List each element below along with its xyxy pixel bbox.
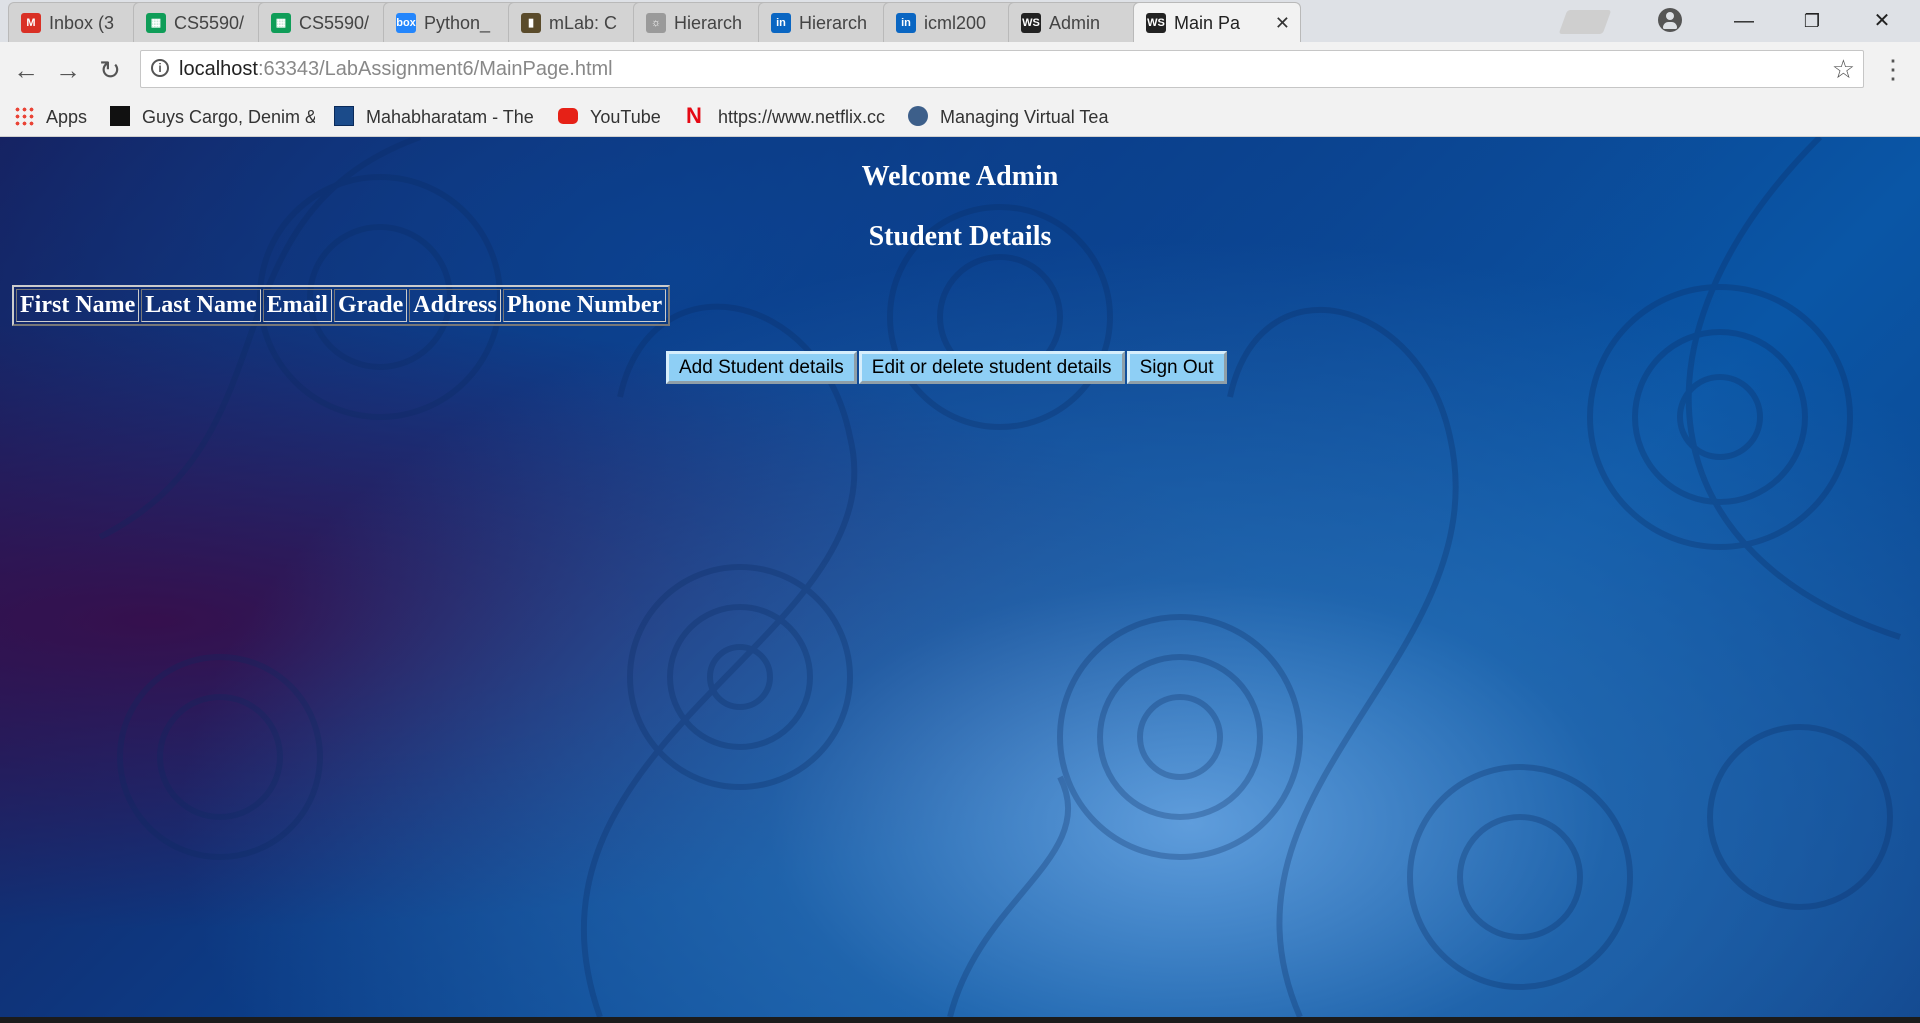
close-window-button[interactable]: ✕ — [1852, 0, 1912, 42]
paisley-background — [98, 137, 1901, 1017]
webstorm-icon: WS — [1021, 13, 1041, 33]
tab-label: Python_ — [424, 13, 491, 33]
edit-delete-student-button[interactable]: Edit or delete student details — [858, 351, 1125, 384]
student-details-heading: Student Details — [868, 221, 1052, 252]
browser-chrome: MInbox (3✕▦CS5590/✕▦CS5590/✕boxPython_✕▮… — [0, 0, 1920, 137]
col-address: Address — [409, 289, 501, 322]
bookmark-apps[interactable]: Apps — [14, 98, 104, 136]
minimize-button[interactable]: — — [1714, 0, 1774, 42]
bookmark-label: YouTube — [590, 107, 661, 127]
browser-menu-icon[interactable]: ⋮ — [1880, 54, 1906, 84]
bookmark-label: https://www.netflix.cc — [718, 107, 886, 127]
webstorm-icon: WS — [1146, 13, 1166, 33]
add-student-button[interactable]: Add Student details — [666, 351, 857, 384]
url-path: :63343/LabAssignment6/MainPage.html — [257, 58, 613, 80]
tab-strip: MInbox (3✕▦CS5590/✕▦CS5590/✕boxPython_✕▮… — [0, 0, 1920, 43]
col-last-name: Last Name — [141, 289, 261, 322]
apps-grid-icon — [14, 106, 34, 127]
linkedin-icon: in — [896, 13, 916, 33]
bookmark-mahabharatam[interactable]: Mahabharatam - The — [334, 98, 539, 136]
lightbulb-icon: ☼ — [646, 13, 666, 33]
box-icon: box — [396, 13, 416, 33]
address-bar[interactable]: i localhost:63343/LabAssignment6/MainPag… — [140, 50, 1864, 88]
tab-label: Hierarch — [799, 13, 868, 33]
reload-icon[interactable]: ↻ — [92, 52, 128, 88]
bookmark-star-icon[interactable]: ☆ — [1832, 51, 1855, 87]
forward-arrow-icon[interactable]: → — [50, 52, 86, 88]
tab-label: CS5590/ — [174, 13, 245, 33]
guys-cargo-icon — [110, 106, 130, 127]
tab-label: Admin — [1049, 13, 1101, 33]
bookmark-label: Managing Virtual Tea — [940, 107, 1109, 127]
tab-label: icml200 — [924, 13, 987, 33]
profile-avatar-icon[interactable] — [1658, 8, 1682, 32]
mahabharatam-icon — [334, 106, 354, 127]
bookmark-netflix[interactable]: Nhttps://www.netflix.cc — [686, 98, 890, 136]
sheets-icon: ▦ — [271, 13, 291, 33]
address-url[interactable]: localhost:63343/LabAssignment6/MainPage.… — [179, 51, 613, 87]
col-email: Email — [262, 289, 332, 322]
bookmark-youtube[interactable]: YouTube — [558, 98, 678, 136]
sheets-icon: ▦ — [146, 13, 166, 33]
restore-button[interactable]: ❐ — [1782, 0, 1842, 42]
students-table: First Name Last Name Email Grade Address… — [12, 285, 671, 326]
bookmark-label: Mahabharatam - The — [366, 107, 534, 127]
gmail-icon: M — [21, 13, 41, 33]
back-arrow-icon[interactable]: ← — [8, 52, 44, 88]
col-grade: Grade — [333, 289, 408, 322]
tab-label: CS5590/ — [299, 13, 370, 33]
mlab-icon: ▮ — [521, 13, 541, 33]
welcome-heading: Welcome Admin — [861, 161, 1059, 192]
browser-toolbar: ← → ↻ i localhost:63343/LabAssignment6/M… — [0, 42, 1920, 98]
tab-label: Main Pa — [1174, 13, 1241, 33]
tab-close-icon[interactable]: ✕ — [1275, 3, 1290, 42]
tab-label: Inbox (3 — [49, 13, 115, 33]
bookmark-managing-virtual[interactable]: Managing Virtual Tea — [908, 98, 1113, 136]
netflix-icon: N — [686, 103, 702, 129]
e-circle-icon — [908, 106, 928, 127]
linkedin-icon: in — [771, 13, 791, 33]
bottom-edge — [0, 1017, 1920, 1023]
sign-out-button[interactable]: Sign Out — [1126, 351, 1227, 384]
youtube-icon — [558, 108, 578, 125]
site-info-icon[interactable]: i — [151, 59, 169, 77]
bookmark-label: Guys Cargo, Denim & — [142, 107, 315, 127]
col-first-name: First Name — [16, 289, 140, 322]
tab-label: mLab: C — [549, 13, 618, 33]
col-phone-number: Phone Number — [502, 289, 667, 322]
bookmarks-bar: Apps Guys Cargo, Denim & Mahabharatam - … — [0, 98, 1920, 137]
action-buttons: Add Student details Edit or delete studen… — [666, 351, 1229, 384]
new-tab-button[interactable] — [1558, 10, 1612, 34]
url-host: localhost — [179, 58, 258, 80]
table-header-row: First Name Last Name Email Grade Address… — [16, 289, 667, 322]
tab-label: Hierarch — [674, 13, 743, 33]
bookmark-guys-cargo[interactable]: Guys Cargo, Denim & — [110, 98, 315, 136]
page-viewport: Welcome Admin Student Details First Name… — [0, 137, 1920, 1017]
tab-9[interactable]: WS Main Pa ✕ — [1133, 2, 1301, 42]
bookmark-label: Apps — [46, 107, 88, 127]
